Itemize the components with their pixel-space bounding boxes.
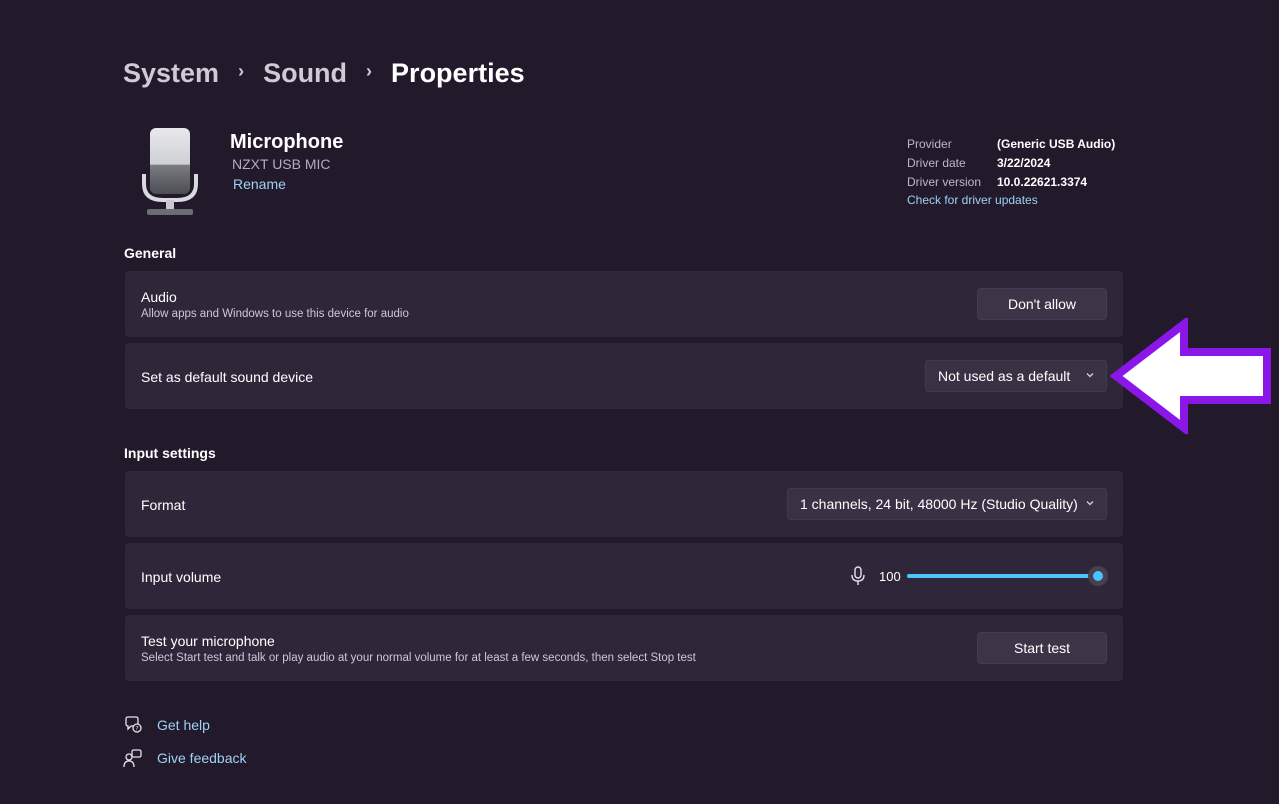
help-chat-icon: ? [125, 716, 142, 733]
get-help-label: Get help [157, 717, 210, 733]
microphone-device-icon [142, 128, 198, 215]
driver-info: Provider (Generic USB Audio) Driver date… [907, 134, 1115, 208]
driver-version-value: 10.0.22621.3374 [997, 174, 1088, 189]
audio-card: Audio Allow apps and Windows to use this… [125, 271, 1123, 337]
breadcrumb-system[interactable]: System [123, 58, 219, 89]
chevron-right-icon: › [238, 61, 245, 81]
format-card: Format 1 channels, 24 bit, 48000 Hz (Stu… [125, 471, 1123, 537]
default-device-dropdown[interactable]: Not used as a default [925, 360, 1107, 392]
driver-version-row: Driver version 10.0.22621.3374 [907, 172, 1115, 191]
format-title: Format [141, 497, 186, 513]
driver-provider-row: Provider (Generic USB Audio) [907, 134, 1115, 153]
chevron-right-icon: › [366, 61, 373, 81]
chevron-down-icon [1086, 501, 1094, 506]
page-title: Properties [391, 58, 525, 88]
rename-link[interactable]: Rename [233, 176, 286, 192]
test-microphone-title: Test your microphone [141, 633, 275, 649]
driver-provider-value: (Generic USB Audio) [997, 136, 1116, 151]
audio-description: Allow apps and Windows to use this devic… [141, 308, 409, 320]
chevron-down-icon [1086, 373, 1094, 378]
get-help-link[interactable]: ? Get help [123, 715, 210, 735]
microphone-icon [851, 566, 865, 585]
device-model: NZXT USB MIC [232, 156, 331, 172]
check-driver-updates-link[interactable]: Check for driver updates [907, 193, 1115, 207]
audio-title: Audio [141, 289, 177, 305]
format-selected: 1 channels, 24 bit, 48000 Hz (Studio Qua… [800, 496, 1078, 512]
breadcrumb: System › Sound › Properties [123, 58, 525, 89]
default-device-title: Set as default sound device [141, 369, 314, 385]
default-device-card: Set as default sound device Not used as … [125, 343, 1123, 409]
start-test-button[interactable]: Start test [977, 632, 1107, 664]
annotation-arrow-icon [1110, 318, 1271, 434]
input-volume-title: Input volume [141, 569, 222, 585]
breadcrumb-sound[interactable]: Sound [263, 58, 347, 89]
driver-date-label: Driver date [907, 155, 966, 170]
driver-date-value: 3/22/2024 [997, 155, 1051, 170]
input-volume-fill [907, 574, 1098, 578]
input-volume-thumb[interactable] [1088, 566, 1108, 586]
test-microphone-description: Select Start test and talk or play audio… [141, 652, 696, 664]
general-section-title: General [124, 245, 177, 261]
give-feedback-link[interactable]: Give feedback [123, 748, 247, 768]
device-name: Microphone [230, 131, 344, 153]
format-dropdown[interactable]: 1 channels, 24 bit, 48000 Hz (Studio Qua… [787, 488, 1107, 520]
input-volume-slider[interactable] [907, 566, 1108, 586]
default-device-selected: Not used as a default [938, 368, 1071, 384]
feedback-icon [123, 749, 142, 768]
input-settings-section-title: Input settings [124, 445, 216, 461]
test-microphone-card: Test your microphone Select Start test a… [125, 615, 1123, 681]
dont-allow-button[interactable]: Don't allow [977, 288, 1107, 320]
driver-date-row: Driver date 3/22/2024 [907, 153, 1115, 172]
input-volume-thumb-dot [1093, 571, 1103, 581]
input-volume-value: 100 [879, 569, 901, 584]
driver-provider-label: Provider [907, 136, 952, 151]
input-volume-control: 100 [845, 563, 1115, 589]
give-feedback-label: Give feedback [157, 750, 247, 766]
svg-text:?: ? [135, 726, 138, 733]
driver-version-label: Driver version [907, 174, 982, 189]
input-volume-card: Input volume 100 [125, 543, 1123, 609]
